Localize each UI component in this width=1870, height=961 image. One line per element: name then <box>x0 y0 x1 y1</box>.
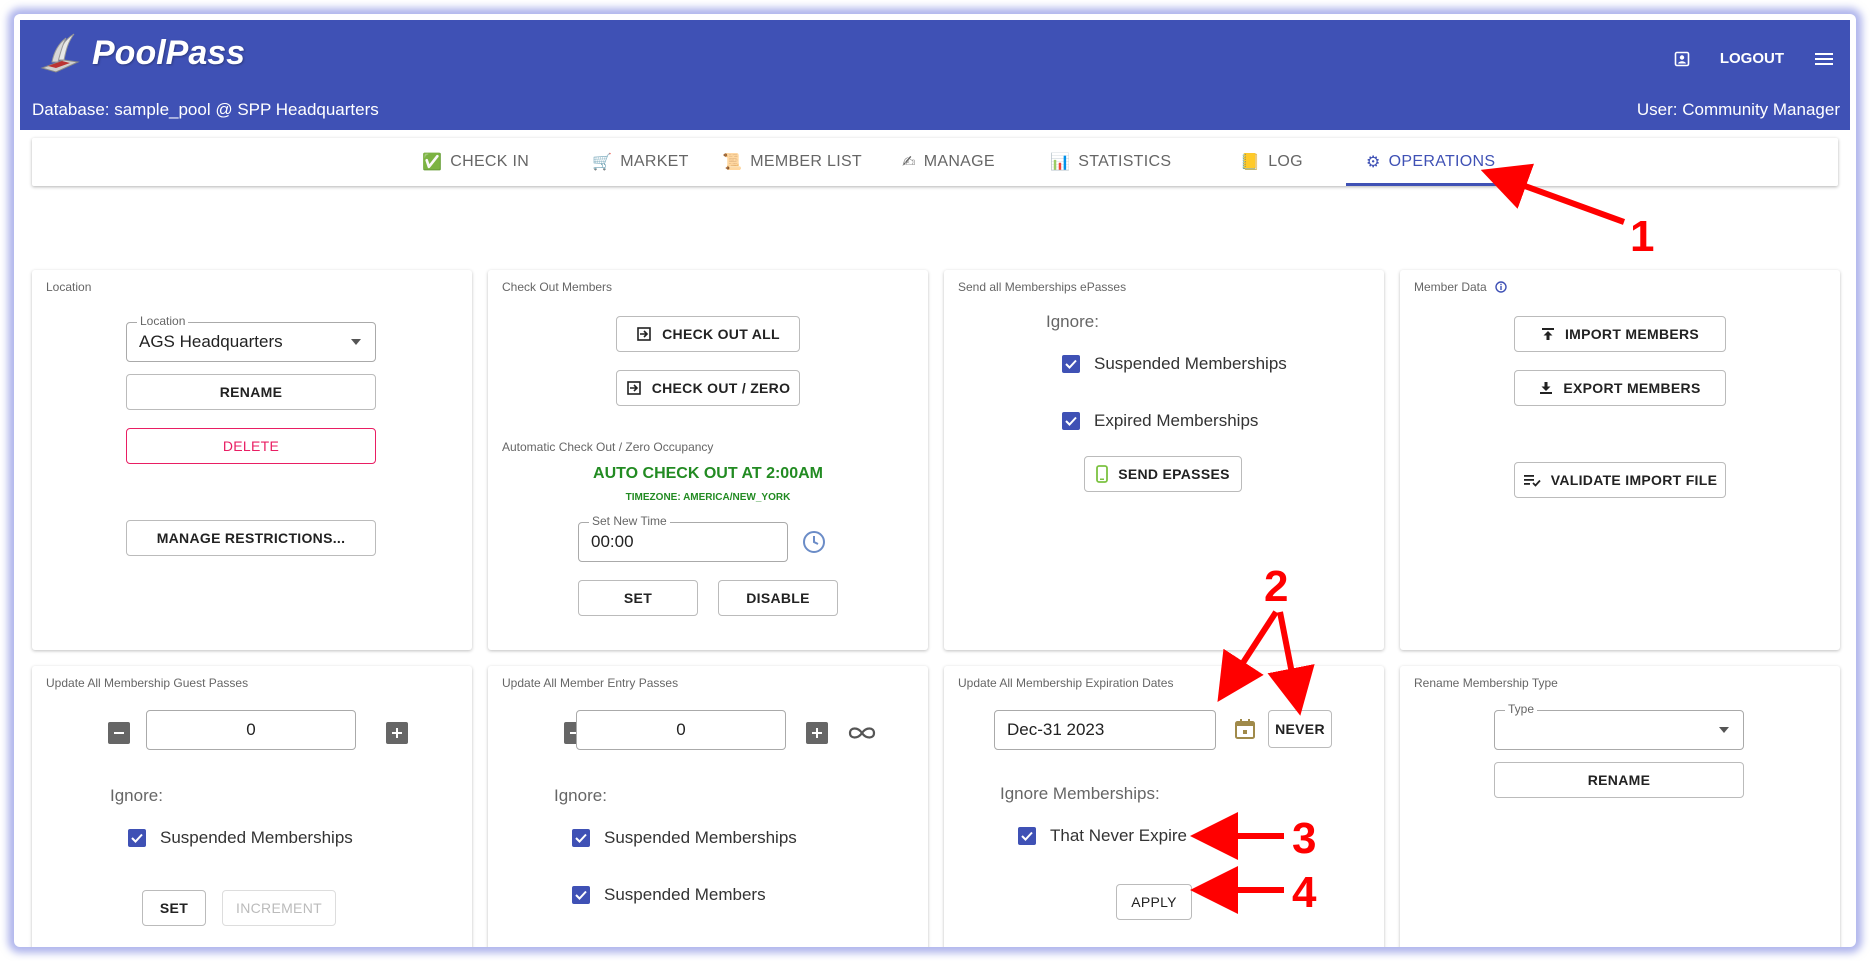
app-window: PoolPass LOGOUT Database: sample_pool @ … <box>14 14 1856 947</box>
annotation-2: 2 <box>1264 562 1289 611</box>
annotation-3: 3 <box>1292 814 1317 863</box>
annotation-1: 1 <box>1630 212 1655 261</box>
arrow-1 <box>1480 163 1626 225</box>
arrow-2b <box>1267 611 1315 716</box>
arrow-2a <box>1217 610 1279 703</box>
annotation-4: 4 <box>1292 868 1317 917</box>
annotation-arrows <box>1190 163 1626 914</box>
